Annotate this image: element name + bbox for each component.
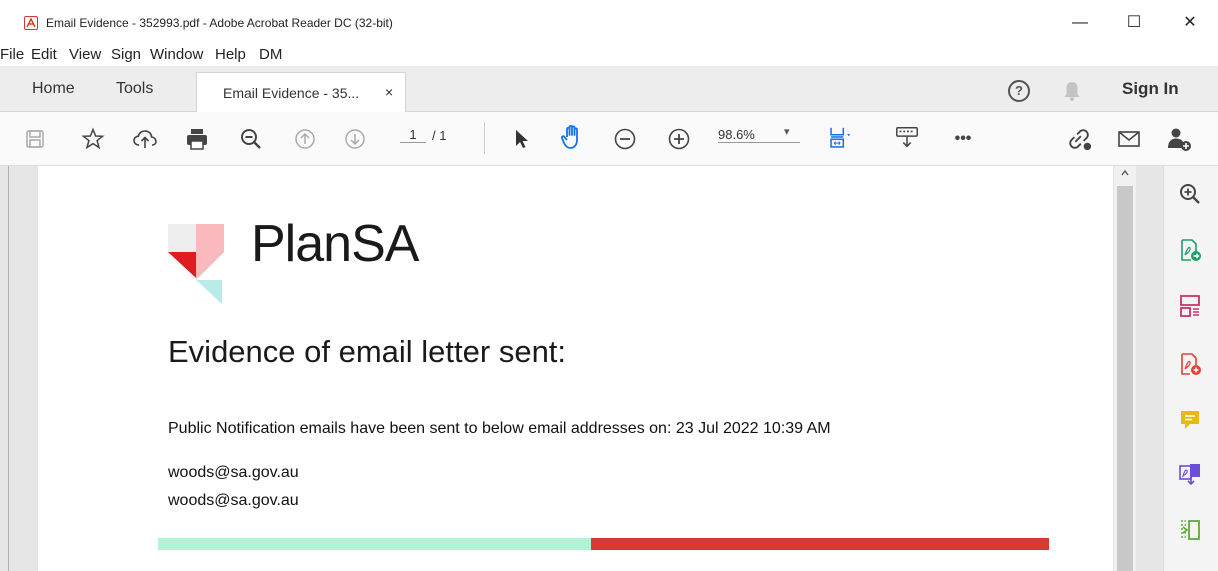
help-icon[interactable]: ? <box>1008 80 1030 102</box>
zoom-in-icon[interactable] <box>666 126 692 152</box>
title-bar: Email Evidence - 352993.pdf - Adobe Acro… <box>0 0 1218 44</box>
zoom-search-icon[interactable] <box>1178 182 1202 206</box>
chevron-down-icon: ▾ <box>784 126 790 138</box>
tab-close-icon[interactable]: × <box>385 84 393 100</box>
scroll-mode-icon[interactable] <box>894 124 920 150</box>
email-address-1: woods@sa.gov.au <box>168 464 299 481</box>
select-cursor-icon[interactable] <box>508 126 534 152</box>
page-total: / 1 <box>432 128 447 143</box>
tab-tools[interactable]: Tools <box>116 80 153 98</box>
email-icon[interactable] <box>1116 126 1142 152</box>
email-address-2: woods@sa.gov.au <box>168 492 299 509</box>
compress-pdf-icon[interactable] <box>1178 518 1202 542</box>
tab-document[interactable]: Email Evidence - 35... × <box>196 72 406 112</box>
menu-window[interactable]: Window <box>150 46 203 63</box>
next-page-icon[interactable] <box>342 126 368 152</box>
page-title: Evidence of email letter sent: <box>168 334 567 369</box>
zoom-value: 98.6% <box>718 127 755 142</box>
hand-tool-icon[interactable] <box>560 124 586 150</box>
viewer-left-border <box>8 166 9 571</box>
bookmark-star-icon[interactable] <box>80 126 106 152</box>
menu-view[interactable]: View <box>69 46 101 63</box>
close-window-button[interactable]: ✕ <box>1170 10 1210 36</box>
acrobat-app-icon <box>24 16 38 30</box>
menu-sign[interactable]: Sign <box>111 46 141 63</box>
zoom-out-search-icon[interactable] <box>238 126 264 152</box>
add-user-icon[interactable] <box>1166 126 1192 152</box>
create-pdf-icon[interactable] <box>1178 352 1202 376</box>
menu-bar: File Edit View Sign Window Help DM <box>0 44 1218 66</box>
export-pdf-icon[interactable] <box>1178 238 1202 262</box>
comment-icon[interactable] <box>1178 408 1202 432</box>
menu-edit[interactable]: Edit <box>31 46 57 63</box>
window-title: Email Evidence - 352993.pdf - Adobe Acro… <box>46 16 393 30</box>
tab-bar: Home Tools Email Evidence - 35... × <box>0 66 1218 112</box>
tab-document-label: Email Evidence - 35... <box>223 85 360 101</box>
plansa-logo <box>168 224 224 304</box>
save-icon[interactable] <box>22 126 48 152</box>
convert-pdf-icon[interactable] <box>1178 462 1202 486</box>
maximize-button[interactable]: ☐ <box>1114 10 1154 36</box>
menu-dm[interactable]: DM <box>259 46 282 63</box>
sign-in-button[interactable]: Sign In <box>1122 79 1179 99</box>
plansa-logo-text: PlanSA <box>251 215 419 273</box>
page-fit-icon[interactable] <box>828 124 854 150</box>
notification-text: Public Notification emails have been sen… <box>168 420 831 437</box>
previous-page-icon[interactable] <box>292 126 318 152</box>
bell-icon[interactable] <box>1062 80 1082 102</box>
scrollbar-thumb[interactable] <box>1117 186 1133 571</box>
toolbar <box>0 112 1218 166</box>
footer-bar-green <box>158 538 591 550</box>
menu-file[interactable]: File <box>0 46 24 63</box>
zoom-out-icon[interactable] <box>612 126 638 152</box>
menu-help[interactable]: Help <box>215 46 246 63</box>
zoom-select[interactable]: 98.6% ▾ <box>718 126 800 143</box>
page-number-input[interactable]: 1 <box>400 127 426 143</box>
toolbar-divider <box>484 122 485 154</box>
organize-pages-icon[interactable] <box>1178 294 1202 318</box>
scroll-up-arrow-icon[interactable] <box>1117 168 1133 184</box>
tab-home[interactable]: Home <box>32 80 75 98</box>
more-tools-icon[interactable]: ••• <box>950 126 976 152</box>
footer-bar-red <box>591 538 1049 550</box>
print-icon[interactable] <box>184 126 210 152</box>
cloud-upload-icon[interactable] <box>132 126 158 152</box>
share-link-icon[interactable] <box>1066 126 1092 152</box>
minimize-button[interactable]: — <box>1060 10 1100 36</box>
